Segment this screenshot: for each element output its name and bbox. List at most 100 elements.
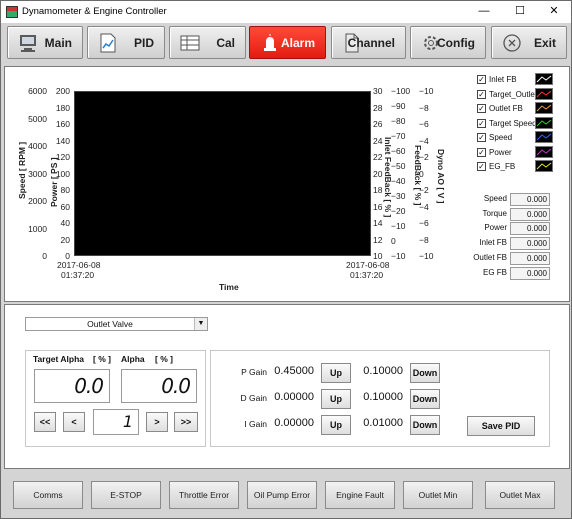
app-window: Dynamometer & Engine Controller — ☐ ✕ Ma… <box>0 0 572 519</box>
fast-back-button[interactable]: << <box>34 412 56 432</box>
legend-checkbox[interactable]: ✓ <box>477 104 486 113</box>
status-button[interactable]: Outlet Min <box>403 481 473 509</box>
readout-label: Inlet FB <box>479 238 507 248</box>
gains-subpanel: P Gain 0.45000 Up 0.10000 Down D Gain 0.00000 U… <box>210 350 550 447</box>
readout-value: 0.000 <box>510 266 550 280</box>
title-bar: Dynamometer & Engine Controller — ☐ ✕ <box>1 1 571 23</box>
right-axis-1-tick: −10 <box>391 251 406 261</box>
valve-select[interactable]: Outlet Valve ▼ <box>25 317 208 331</box>
status-button[interactable]: Comms <box>13 481 83 509</box>
gain-up-button[interactable]: Up <box>321 363 351 383</box>
legend-checkbox[interactable]: ✓ <box>477 75 486 84</box>
legend-checkbox[interactable]: ✓ <box>477 147 486 157</box>
window-title: Dynamometer & Engine Controller <box>22 6 167 17</box>
gain-value[interactable]: 0.00000 <box>266 391 314 403</box>
readout-value: 0.000 <box>510 193 550 206</box>
series-line-icon <box>536 133 552 141</box>
status-button[interactable]: Engine Fault <box>325 481 395 509</box>
right-axis-0-tick: 28 <box>373 102 383 113</box>
axis-label-inlet-feedback: Inlet FeedBack [ % ] <box>383 137 393 218</box>
right-axis-0-tick: 26 <box>373 119 383 129</box>
gain-step[interactable]: 0.01000 <box>355 417 403 429</box>
legend-swatch[interactable] <box>535 116 553 129</box>
legend-label: Outlet FB <box>489 104 523 113</box>
plot-area[interactable] <box>74 91 371 256</box>
right-axis-0-tick: 14 <box>373 218 383 228</box>
gain-value[interactable]: 0.45000 <box>266 365 314 377</box>
right-axis-0-tick: 18 <box>373 185 383 195</box>
nav-config-button[interactable]: Config <box>410 26 486 59</box>
step-display[interactable]: 1 <box>93 409 139 435</box>
alpha-label: Alpha <box>121 354 145 364</box>
status-button[interactable]: E-STOP <box>91 481 161 509</box>
right-axis-0-tick: 16 <box>373 201 383 212</box>
legend-swatch[interactable] <box>535 87 553 100</box>
nav-exit-button[interactable]: Exit <box>491 26 567 59</box>
legend-checkbox[interactable]: ✓ <box>477 118 486 128</box>
gain-value[interactable]: 0.00000 <box>266 417 314 429</box>
gain-step[interactable]: 0.10000 <box>355 391 403 403</box>
nav-pid-button[interactable]: PID <box>87 26 165 59</box>
nav-main-button[interactable]: Main <box>7 26 83 59</box>
legend-checkbox[interactable]: ✓ <box>477 162 486 171</box>
left-axis-0-tick: 5000 <box>28 113 47 124</box>
nav-alarm-button[interactable]: Alarm <box>249 26 326 59</box>
right-axis-1-tick: −50 <box>391 161 406 171</box>
right-axis-2-tick: −10 <box>419 86 434 96</box>
legend-label: Target_Outlet <box>489 89 538 99</box>
legend-label: Target Speed <box>489 118 537 128</box>
readout-value: 0.000 <box>510 251 550 265</box>
close-button[interactable]: ✕ <box>541 3 567 20</box>
legend-label: Speed <box>489 133 513 142</box>
gain-down-button[interactable]: Down <box>410 363 440 383</box>
legend-checkbox[interactable]: ✓ <box>477 133 486 142</box>
legend-swatch[interactable] <box>535 73 553 85</box>
gain-label: D Gain <box>240 393 267 403</box>
alpha-display: 0.0 <box>121 369 197 403</box>
left-axis-1-tick: 140 <box>55 135 70 146</box>
gain-up-button[interactable]: Up <box>321 389 351 409</box>
right-axis-0-tick: 22 <box>373 152 383 162</box>
left-axis-0-tick: 0 <box>42 251 47 261</box>
right-axis-1-tick: −70 <box>391 131 406 141</box>
status-button[interactable]: Outlet Max <box>485 481 555 509</box>
readout-label: EG FB <box>482 267 507 277</box>
legend-swatch[interactable] <box>535 160 553 172</box>
gain-down-button[interactable]: Down <box>410 389 440 409</box>
gain-step[interactable]: 0.10000 <box>355 365 403 377</box>
right-axis-1-tick: −80 <box>391 116 406 126</box>
forward-button[interactable]: > <box>146 412 168 432</box>
legend-checkbox[interactable]: ✓ <box>477 89 486 99</box>
right-axis-1-tick: −10 <box>391 221 406 231</box>
legend-swatch[interactable] <box>535 131 553 143</box>
fast-forward-button[interactable]: >> <box>174 412 198 432</box>
gain-label: P Gain <box>241 367 267 377</box>
legend-swatch[interactable] <box>535 145 553 158</box>
readout-label: Outlet FB <box>473 252 507 262</box>
gain-label: I Gain <box>244 419 267 429</box>
save-pid-button[interactable]: Save PID <box>467 416 535 436</box>
status-button[interactable]: Throttle Error <box>169 481 239 509</box>
right-axis-2-tick: −8 <box>419 102 429 113</box>
minimize-button[interactable]: — <box>471 3 497 20</box>
legend-swatch[interactable] <box>535 102 553 114</box>
exit-circle-icon <box>503 34 521 52</box>
gain-up-button[interactable]: Up <box>321 415 351 435</box>
maximize-button[interactable]: ☐ <box>507 3 533 20</box>
right-axis-1-tick: −90 <box>391 101 406 111</box>
gain-down-button[interactable]: Down <box>410 415 440 435</box>
series-line-icon <box>536 148 552 155</box>
right-axis-1-tick: −30 <box>391 191 406 201</box>
left-axis-1-tick: 160 <box>55 119 70 129</box>
status-button[interactable]: Oil Pump Error <box>247 481 317 509</box>
back-button[interactable]: < <box>63 412 85 432</box>
axis-label-feedback: FeedBack [ % ] <box>413 145 423 206</box>
left-axis-1-tick: 40 <box>60 218 70 228</box>
status-bar: Comms E-STOP Throttle Error Oil Pump Error E… <box>4 471 570 516</box>
nav-cal-button[interactable]: Cal <box>169 26 246 59</box>
chart-panel: 6000 5000 4000 3000 2000 1000 0 200 180 160 140 120… <box>4 66 570 302</box>
nav-channel-button[interactable]: Channel <box>331 26 406 59</box>
legend-label: Power <box>489 147 512 157</box>
left-axis-0-tick: 6000 <box>28 86 47 96</box>
grid-icon <box>180 35 200 51</box>
